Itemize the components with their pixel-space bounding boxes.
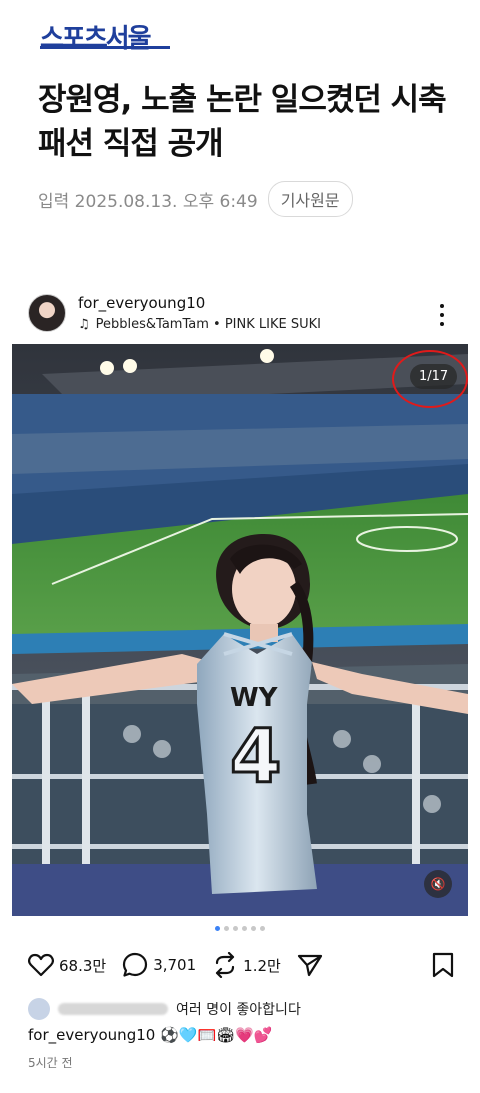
- article-headline: 장원영, 노출 논란 일으켰던 시축 패션 직접 공개: [38, 82, 447, 162]
- site-logo[interactable]: 스포츠서울: [40, 18, 152, 55]
- more-icon[interactable]: [436, 304, 448, 326]
- mute-icon[interactable]: 🔇: [424, 870, 452, 898]
- share-icon: [297, 954, 322, 977]
- repost-icon: [216, 952, 235, 978]
- comment-count: 3,701: [153, 956, 197, 974]
- caption-emoji: ⚽🩵🥅🏟💗💕: [160, 1026, 273, 1044]
- comment-button[interactable]: 3,701: [122, 952, 196, 978]
- post-caption: for_everyoung10 ⚽🩵🥅🏟💗💕: [28, 1026, 273, 1044]
- post-username[interactable]: for_everyoung10: [78, 294, 205, 312]
- repost-button[interactable]: 1.2만: [212, 952, 281, 978]
- avatar[interactable]: [28, 294, 66, 332]
- carousel-dot[interactable]: [224, 926, 229, 931]
- carousel-dot-active[interactable]: [215, 926, 220, 931]
- share-button[interactable]: [297, 953, 323, 977]
- carousel-dots: [12, 926, 468, 931]
- svg-text:4: 4: [230, 714, 282, 800]
- post-music[interactable]: ♫ Pebbles&TamTam • PINK LIKE SUKI: [78, 317, 321, 332]
- carousel-dot[interactable]: [242, 926, 247, 931]
- comment-icon: [123, 952, 148, 977]
- post-time: 5시간 전: [28, 1056, 73, 1070]
- post-photo[interactable]: WY 4 1/17 🔇: [12, 344, 468, 916]
- bookmark-button[interactable]: [432, 952, 454, 982]
- original-article-button[interactable]: 기사원문: [267, 181, 353, 217]
- svg-text:WY: WY: [230, 683, 279, 713]
- carousel-dot[interactable]: [233, 926, 238, 931]
- article-date: 입력 2025.08.13. 오후 6:49: [38, 191, 258, 212]
- article-meta: 입력 2025.08.13. 오후 6:49 기사원문: [38, 181, 353, 217]
- like-button[interactable]: 68.3만: [28, 953, 106, 977]
- music-label: Pebbles&TamTam • PINK LIKE SUKI: [95, 317, 321, 332]
- bookmark-icon: [432, 952, 454, 978]
- liked-by-text: 여러 명이 좋아합니다: [176, 1002, 301, 1018]
- caption-username[interactable]: for_everyoung10: [28, 1026, 155, 1044]
- highlight-circle: [392, 350, 468, 408]
- like-count: 68.3만: [59, 956, 107, 975]
- stadium-photo: WY 4: [12, 344, 468, 916]
- repost-count: 1.2만: [243, 956, 281, 975]
- action-bar: 68.3만 3,701 1.2만: [28, 950, 458, 980]
- liked-avatar: [28, 998, 50, 1020]
- liked-by[interactable]: 여러 명이 좋아합니다: [28, 998, 301, 1020]
- carousel-dot[interactable]: [260, 926, 265, 931]
- logo-underline: [40, 46, 170, 49]
- music-note-icon: ♫: [78, 317, 90, 332]
- carousel-dot[interactable]: [251, 926, 256, 931]
- heart-icon: [28, 953, 54, 977]
- liked-username-blurred: [58, 1003, 168, 1015]
- embedded-post: for_everyoung10 ♫ Pebbles&TamTam • PINK …: [12, 290, 468, 1080]
